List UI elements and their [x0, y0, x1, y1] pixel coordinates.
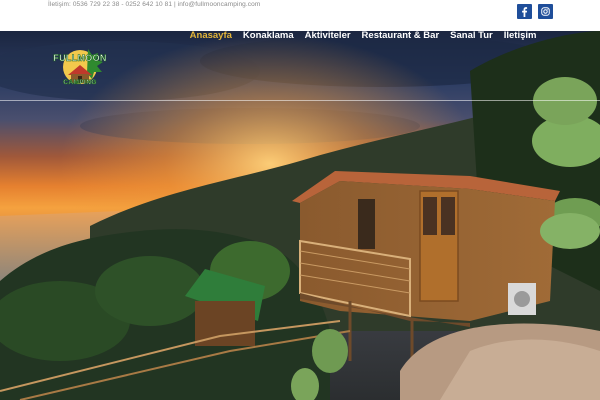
- instagram-icon: [541, 7, 550, 16]
- instagram-button[interactable]: [538, 4, 553, 19]
- nav-divider: [0, 100, 600, 101]
- nav-item-aktiviteler[interactable]: Aktiviteler: [299, 31, 356, 41]
- contact-info: İletişim: 0536 729 22 38 - 0252 642 10 8…: [48, 1, 261, 8]
- site-logo[interactable]: FULLMOON CAMPING: [48, 45, 112, 89]
- nav-item-konaklama[interactable]: Konaklama: [237, 31, 299, 41]
- logo-subtext: CAMPING: [63, 79, 97, 87]
- nav-item-sanal-tur[interactable]: Sanal Tur: [445, 31, 499, 41]
- facebook-icon: [522, 6, 528, 17]
- top-bar: İletişim: 0536 729 22 38 - 0252 642 10 8…: [0, 0, 600, 31]
- logo-text: FULLMOON: [53, 53, 107, 64]
- facebook-button[interactable]: [517, 4, 532, 19]
- nav-item-anasayfa[interactable]: Anasayfa: [184, 31, 237, 41]
- nav-item-restaurant-bar[interactable]: Restaurant & Bar: [356, 31, 445, 41]
- nav-item-iletisim[interactable]: İletişim: [498, 31, 542, 41]
- nav-menu: Anasayfa Konaklama Aktiviteler Restauran…: [184, 31, 542, 41]
